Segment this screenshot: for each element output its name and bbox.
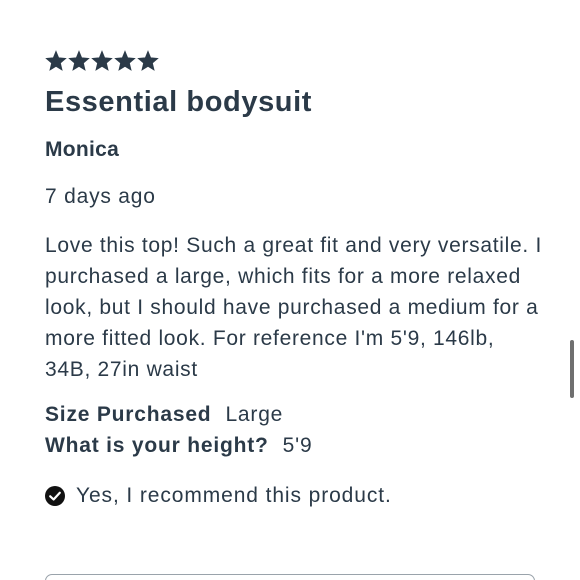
review-body: Love this top! Such a great fit and very… [45, 234, 543, 381]
attribute-label: Size Purchased [45, 403, 212, 426]
recommend-statement: Yes, I recommend this product. [45, 483, 545, 509]
star-icon [137, 50, 159, 72]
attribute-value: Large [225, 403, 284, 426]
scrollbar-thumb[interactable] [570, 340, 574, 398]
attribute-value: 5'9 [282, 434, 313, 457]
review-card: Essential bodysuit Monica 7 days ago Lov… [45, 47, 545, 509]
next-section-box [45, 574, 535, 580]
star-rating [45, 47, 545, 75]
attribute-size-purchased: Size Purchased Large [45, 399, 545, 430]
attribute-label: What is your height? [45, 434, 269, 457]
review-author: Monica [45, 138, 120, 161]
star-icon [114, 50, 136, 72]
review-date: 7 days ago [45, 185, 156, 208]
attribute-height: What is your height? 5'9 [45, 430, 545, 461]
star-icon [68, 50, 90, 72]
recommend-text: Yes, I recommend this product. [76, 484, 392, 507]
review-title: Essential bodysuit [45, 86, 313, 118]
check-circle-icon [45, 486, 65, 506]
star-icon [91, 50, 113, 72]
star-icon [45, 50, 67, 72]
